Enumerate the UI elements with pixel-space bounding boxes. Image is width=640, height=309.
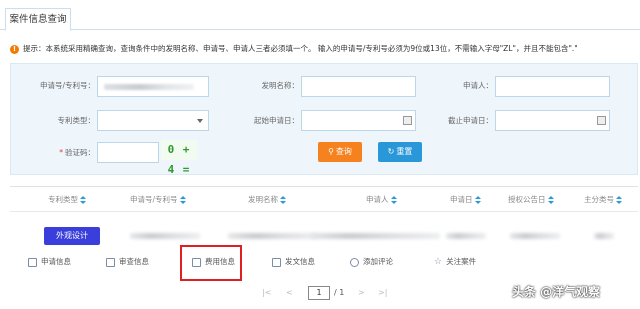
action-review-info[interactable]: 审查信息 [106,256,149,268]
patent-type-select[interactable] [97,110,209,131]
pin-icon [272,257,281,267]
patent-type-label: 专利类型： [57,116,96,125]
patent-type-badge: 外观设计 [44,227,100,245]
header-label: 专利类型 [48,195,78,204]
action-label: 申请信息 [41,257,71,266]
blurred-invention-name [228,233,318,239]
next-page-icon[interactable]: > [358,287,365,299]
end-date-input[interactable] [495,110,610,131]
page-total: / 1 [334,288,345,297]
notice-text: 提示：本系统采用精确查询，查询条件中的发明名称、申请号、申请人三者必须填一个。 … [23,44,578,53]
comment-icon [350,257,359,267]
header-application-date[interactable]: 申请日 [450,187,481,213]
header-label: 发明名称 [248,195,278,204]
action-label: 发文信息 [285,257,315,266]
watermark: 头条 @洋气观察 [512,285,601,299]
results-table-header: 专利类型 申请号/专利号 发明名称 申请人 申请日 授权公告日 主分类号 [10,186,638,212]
header-grant-date[interactable]: 授权公告日 [508,187,554,213]
start-date-input[interactable] [301,110,416,131]
blurred-application-date [446,233,486,239]
sort-icon [280,196,286,204]
blurred-grant-date [510,233,560,239]
prev-page-icon[interactable]: < [286,287,293,299]
action-application-info[interactable]: 申请信息 [28,256,71,268]
header-label: 授权公告日 [508,195,546,204]
header-main-class[interactable]: 主分类号 [584,187,622,213]
chevron-down-icon [197,119,203,123]
sort-icon [179,196,186,204]
action-label: 审查信息 [119,257,149,266]
end-date-label: 截止申请日： [448,116,493,125]
header-invention-name[interactable]: 发明名称 [248,187,286,213]
last-page-icon[interactable]: >| [378,287,387,299]
action-add-comment[interactable]: 添加评论 [350,256,393,268]
application-no-label: 申请号/专利号： [39,81,95,90]
sort-icon [616,196,622,204]
header-label: 主分类号 [584,195,614,204]
action-label: 添加评论 [363,257,393,266]
refresh-icon: ↻ [387,147,395,156]
calendar-icon[interactable] [597,116,606,125]
document-icon [28,257,37,267]
captcha-input[interactable] [97,142,159,163]
action-dispatch-info[interactable]: 发文信息 [272,256,315,268]
first-page-icon[interactable]: |< [262,287,271,299]
start-date-label: 起始申请日： [254,116,299,125]
star-icon: ☆ [434,256,443,267]
page-number-input[interactable]: 1 [308,286,330,300]
sort-icon [547,196,554,204]
header-label: 申请日 [450,195,473,204]
blurred-main-class [594,233,614,239]
blurred-value [104,84,194,90]
header-patent-type[interactable]: 专利类型 [48,187,86,213]
tab-case-query[interactable]: 案件信息查询 [5,8,71,31]
header-label: 申请人 [366,195,389,204]
search-icon: ⚲ [328,147,334,156]
action-label: 关注案件 [446,257,477,266]
search-button[interactable]: ⚲ 查询 [318,142,362,162]
blurred-applicant [310,233,440,239]
warning-icon: ! [10,44,19,54]
action-follow-case[interactable]: ☆ 关注案件 [434,256,476,268]
calendar-icon[interactable] [403,116,412,125]
highlight-box [180,245,242,281]
notice-bar: ! 提示：本系统采用精确查询，查询条件中的发明名称、申请号、申请人三者必须填一个。… [10,42,635,56]
sort-icon [390,196,397,204]
captcha-label: * 验证码： [41,147,95,159]
tab-bar: 案件信息查询 [0,0,640,31]
application-no-input[interactable] [97,76,209,97]
sort-icon [80,196,86,204]
captcha-image[interactable]: 0 + 4 = [161,140,197,176]
header-applicant[interactable]: 申请人 [366,187,397,213]
image-icon [106,257,115,267]
invention-name-label: 发明名称： [261,81,300,90]
header-label: 申请号/专利号 [130,195,178,204]
applicant-input[interactable] [495,76,610,97]
blurred-application-no [130,233,200,239]
required-asterisk: * [59,148,63,157]
header-application-no[interactable]: 申请号/专利号 [130,187,186,213]
reset-button-label: 重置 [396,147,413,156]
sort-icon [474,196,481,204]
captcha-label-text: 验证码： [65,148,95,157]
invention-name-input[interactable] [301,76,416,97]
search-button-label: 查询 [335,147,352,156]
applicant-label: 申请人： [463,81,493,90]
reset-button[interactable]: ↻ 重置 [378,142,422,162]
row-actions: 申请信息 审查信息 费用信息 发文信息 添加评论 ☆ 关注案件 [10,250,638,276]
